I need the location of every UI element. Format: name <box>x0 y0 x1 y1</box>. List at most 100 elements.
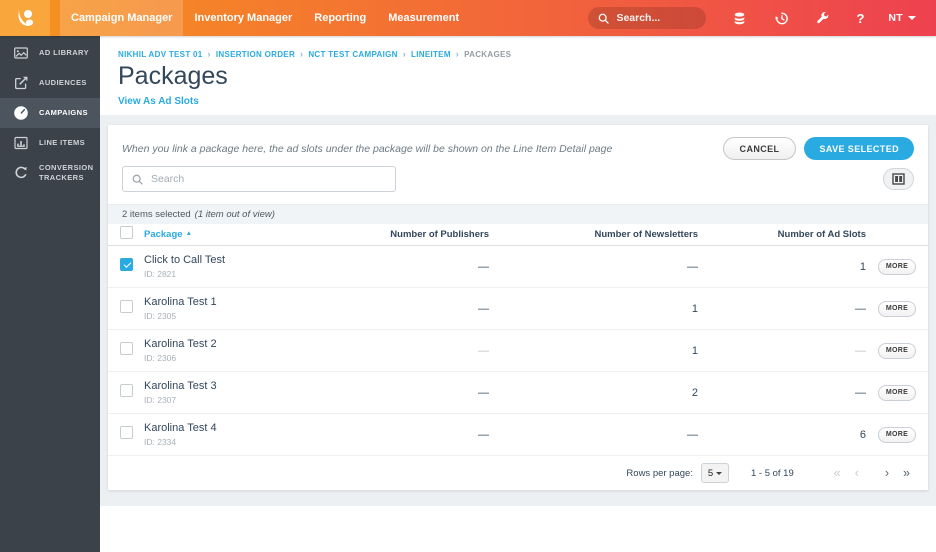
newsletters-value: 2 <box>691 386 698 399</box>
chevron-down-icon <box>908 16 916 20</box>
newsletters-value: — <box>687 260 698 273</box>
user-initials: NT <box>888 12 903 24</box>
package-name: Karolina Test 4 <box>144 422 217 434</box>
primary-nav: Campaign Manager Inventory Manager Repor… <box>60 0 470 36</box>
more-button[interactable]: MORE <box>877 258 917 275</box>
info-message: When you link a package here, the ad slo… <box>122 142 613 155</box>
next-page-button[interactable]: › <box>885 467 889 480</box>
page-title: Packages <box>118 62 228 90</box>
column-settings-button[interactable] <box>883 168 914 190</box>
content-area: When you link a package here, the ad slo… <box>100 115 936 506</box>
breadcrumb-item-campaign[interactable]: NCT TEST CAMPAIGN <box>308 50 397 59</box>
brand-logo-icon <box>18 9 34 27</box>
newsletters-value: 1 <box>691 344 698 357</box>
table-header: Package ▲ Number of Publishers Number of… <box>108 224 928 246</box>
page-header: NIKHIL ADV TEST 01 › INSERTION ORDER › N… <box>100 36 936 115</box>
last-page-button[interactable]: » <box>903 467 910 480</box>
row-checkbox[interactable] <box>120 299 133 313</box>
table-row: Click to Call Test ID: 2821 — — 1 MORE <box>108 246 928 288</box>
search-icon <box>599 13 610 24</box>
table-row: Karolina Test 1 ID: 2305 — 1 — MORE <box>108 288 928 330</box>
more-button[interactable]: MORE <box>877 426 917 443</box>
newsletters-value: — <box>687 428 698 441</box>
sidebar-item-audiences[interactable]: AUDIENCES <box>0 68 100 98</box>
nav-reporting[interactable]: Reporting <box>303 0 377 36</box>
first-page-button[interactable]: « <box>834 467 841 480</box>
top-navigation-bar: Campaign Manager Inventory Manager Repor… <box>0 0 936 36</box>
table-row: Karolina Test 3 ID: 2307 — 2 — MORE <box>108 372 928 414</box>
publishers-value: — <box>478 428 489 441</box>
publishers-value: — <box>478 260 489 273</box>
table-search[interactable] <box>122 166 396 192</box>
view-as-ad-slots-link[interactable]: View As Ad Slots <box>118 96 199 107</box>
package-id: ID: 2821 <box>144 269 177 279</box>
breadcrumb-item-lineitem[interactable]: LINEITEM <box>411 50 451 59</box>
cancel-button[interactable]: CANCEL <box>722 137 797 160</box>
previous-page-button[interactable]: ‹ <box>855 467 859 480</box>
main-area: NIKHIL ADV TEST 01 › INSERTION ORDER › N… <box>100 36 936 552</box>
more-button[interactable]: MORE <box>877 300 917 317</box>
refresh-icon <box>12 165 30 181</box>
package-id: ID: 2306 <box>144 353 177 363</box>
rows-per-page-select[interactable]: 5 <box>700 463 729 483</box>
ad-slots-value: — <box>855 302 866 315</box>
table-row: Karolina Test 4 ID: 2334 — — 6 MORE <box>108 414 928 456</box>
column-header-ad-slots[interactable]: Number of Ad Slots <box>698 229 866 240</box>
search-icon <box>132 174 143 185</box>
ad-slots-value: — <box>855 344 866 357</box>
nav-campaign-manager[interactable]: Campaign Manager <box>60 0 184 36</box>
breadcrumb-item-advertiser[interactable]: NIKHIL ADV TEST 01 <box>118 50 203 59</box>
breadcrumb-separator: › <box>455 49 460 59</box>
column-header-package[interactable]: Package ▲ <box>144 229 334 240</box>
sidebar-item-campaigns[interactable]: CAMPAIGNS <box>0 98 100 128</box>
package-name: Click to Call Test <box>144 254 226 266</box>
rows-per-page-label: Rows per page: <box>626 467 693 479</box>
table-search-input[interactable] <box>151 173 387 185</box>
ad-slots-value: — <box>855 386 866 399</box>
column-header-newsletters[interactable]: Number of Newsletters <box>489 229 698 240</box>
nav-inventory-manager[interactable]: Inventory Manager <box>183 0 303 36</box>
packages-card: When you link a package here, the ad slo… <box>108 125 928 490</box>
gauge-icon <box>12 105 30 121</box>
stack-icon[interactable] <box>731 10 748 27</box>
help-icon[interactable]: ? <box>856 11 864 26</box>
sidebar-item-line-items[interactable]: LINE ITEMS <box>0 128 100 158</box>
sidebar-item-ad-library[interactable]: AD LIBRARY <box>0 38 100 68</box>
publishers-value: — <box>478 302 489 315</box>
global-search[interactable] <box>588 7 707 29</box>
row-checkbox[interactable] <box>120 257 133 271</box>
table-row: Karolina Test 2 ID: 2306 — 1 — MORE <box>108 330 928 372</box>
row-checkbox[interactable] <box>120 383 133 397</box>
compose-icon <box>12 75 30 91</box>
publishers-value: — <box>478 344 489 357</box>
bar-chart-icon <box>12 135 30 151</box>
more-button[interactable]: MORE <box>877 384 917 401</box>
global-search-input[interactable] <box>616 12 697 24</box>
sidebar-item-conversion-trackers[interactable]: CONVERSION TRACKERS <box>0 158 100 188</box>
newsletters-value: 1 <box>691 302 698 315</box>
ad-slots-value: 6 <box>859 428 866 441</box>
bottom-spacer <box>100 506 936 552</box>
breadcrumb-separator: › <box>300 49 304 59</box>
photo-icon <box>12 45 30 61</box>
select-all-checkbox[interactable] <box>120 225 133 239</box>
row-checkbox[interactable] <box>120 425 133 439</box>
row-checkbox[interactable] <box>120 341 133 355</box>
user-menu[interactable]: NT <box>888 12 916 24</box>
package-name: Karolina Test 2 <box>144 338 217 350</box>
package-id: ID: 2307 <box>144 395 177 405</box>
column-header-publishers[interactable]: Number of Publishers <box>334 229 489 240</box>
package-name: Karolina Test 1 <box>144 296 217 308</box>
wrench-icon[interactable] <box>815 10 831 26</box>
breadcrumb-separator: › <box>207 49 211 59</box>
sidebar: AD LIBRARY AUDIENCES CAMPAIGNS LINE ITEM… <box>0 36 100 552</box>
package-name: Karolina Test 3 <box>144 380 217 392</box>
breadcrumb-item-packages: PACKAGES <box>464 49 512 59</box>
nav-measurement[interactable]: Measurement <box>377 0 470 36</box>
more-button[interactable]: MORE <box>877 342 917 359</box>
breadcrumb-item-insertion-order[interactable]: INSERTION ORDER <box>216 50 295 59</box>
save-selected-button[interactable]: SAVE SELECTED <box>804 137 914 160</box>
app-logo[interactable] <box>0 0 50 36</box>
selection-summary: 2 items selected (1 item out of view) <box>108 204 928 224</box>
history-icon[interactable] <box>773 10 790 27</box>
